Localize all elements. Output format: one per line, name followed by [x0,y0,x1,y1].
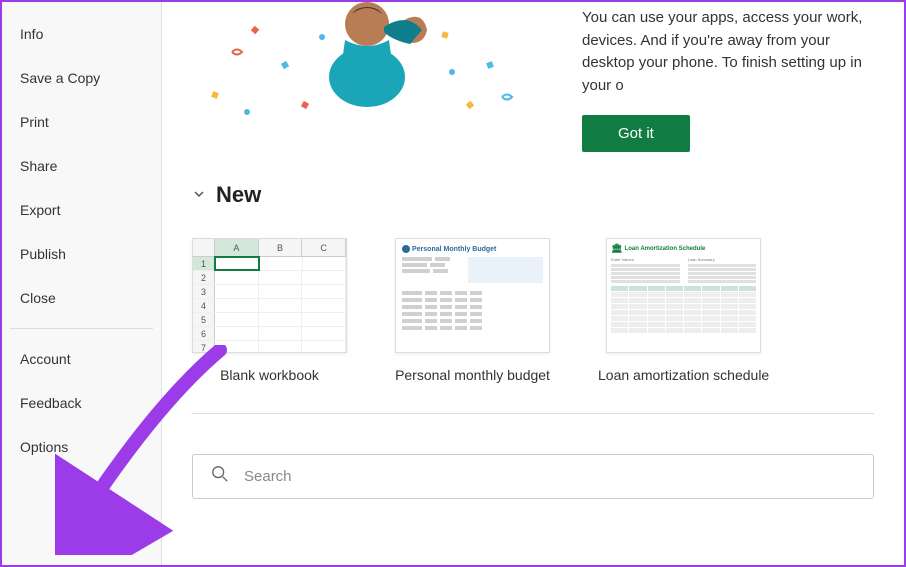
sidebar-item-close[interactable]: Close [2,276,161,320]
main-content: You can use your apps, access your work,… [162,2,904,565]
template-gallery: A B C 1 2 3 4 5 6 7 Blank workbook Per [192,238,874,383]
template-loan-amortization[interactable]: Loan Amortization Schedule Enter Values … [598,238,769,383]
sidebar-item-export[interactable]: Export [2,188,161,232]
setup-banner: You can use your apps, access your work,… [192,2,874,152]
template-label: Blank workbook [220,367,319,383]
template-thumbnail: A B C 1 2 3 4 5 6 7 [192,238,347,353]
sidebar-item-account[interactable]: Account [2,337,161,381]
template-blank-workbook[interactable]: A B C 1 2 3 4 5 6 7 Blank workbook [192,238,347,383]
template-thumbnail: Loan Amortization Schedule Enter Values … [606,238,761,353]
banner-text: You can use your apps, access your work,… [582,7,874,97]
section-title: New [216,182,261,208]
got-it-button[interactable]: Got it [582,115,690,152]
sidebar-item-feedback[interactable]: Feedback [2,381,161,425]
sidebar-item-info[interactable]: Info [2,12,161,56]
sidebar-item-publish[interactable]: Publish [2,232,161,276]
sidebar-item-options[interactable]: Options [2,425,161,469]
sidebar-divider [10,328,153,329]
backstage-sidebar: Info Save a Copy Print Share Export Publ… [2,2,162,565]
template-label: Personal monthly budget [395,367,550,383]
divider [192,413,874,414]
template-label: Loan amortization schedule [598,367,769,383]
sidebar-item-share[interactable]: Share [2,144,161,188]
sidebar-item-print[interactable]: Print [2,100,161,144]
search-box[interactable] [192,454,874,499]
template-monthly-budget[interactable]: Personal Monthly Budget [395,238,550,383]
template-thumbnail: Personal Monthly Budget [395,238,550,353]
search-icon [211,465,229,488]
banner-illustration [192,2,562,132]
search-input[interactable] [244,468,855,485]
sidebar-item-save-copy[interactable]: Save a Copy [2,56,161,100]
chevron-down-icon [192,187,206,204]
new-section-header[interactable]: New [192,182,874,208]
